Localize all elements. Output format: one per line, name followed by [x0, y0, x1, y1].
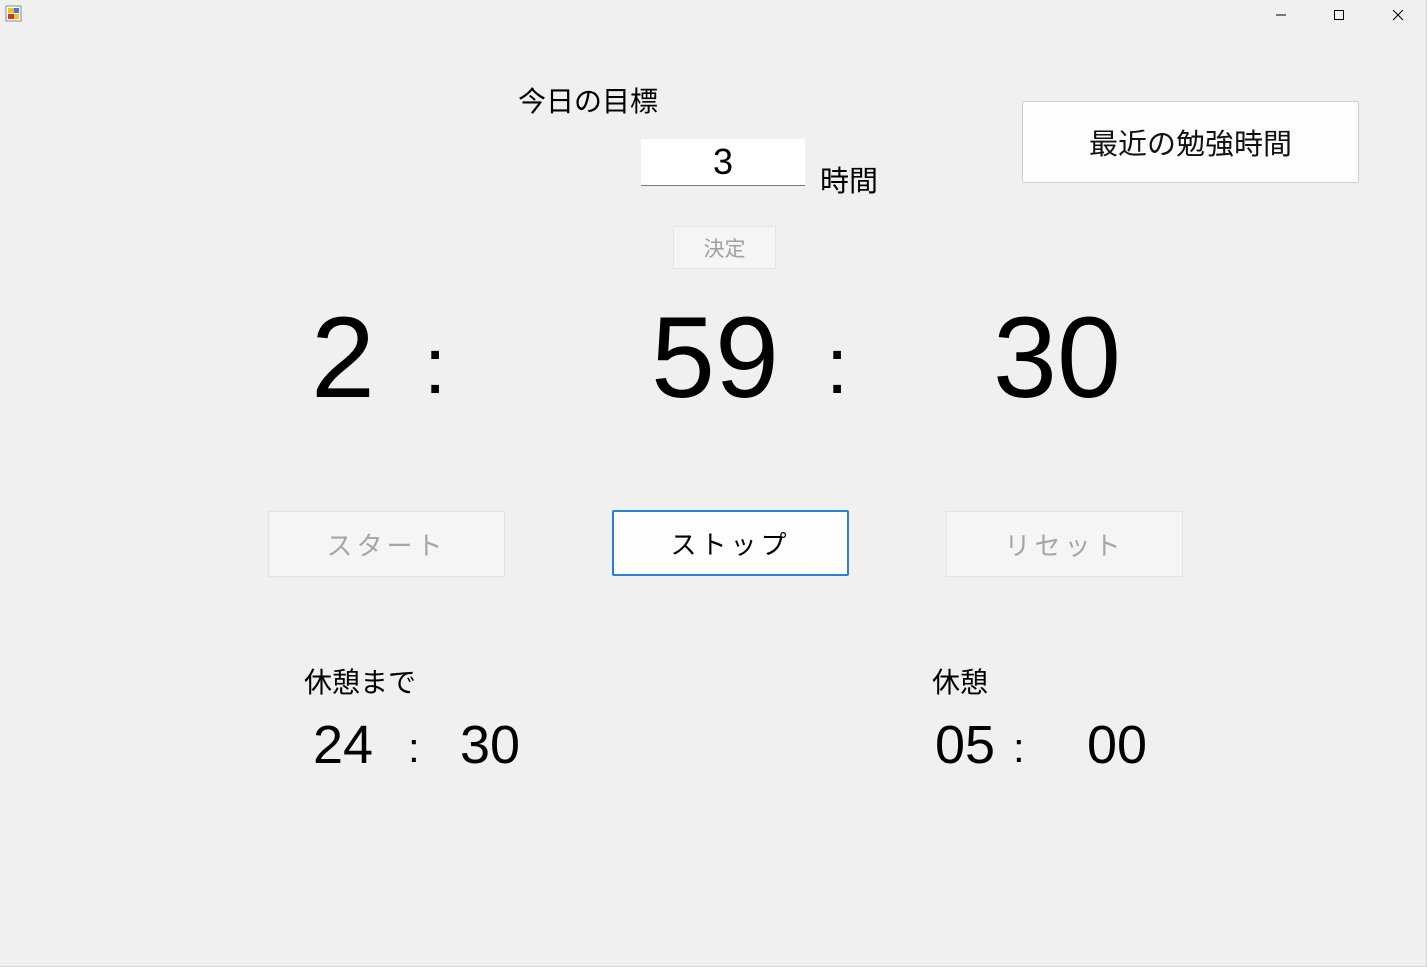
recent-study-time-button[interactable]: 最近の勉強時間	[1022, 101, 1359, 183]
close-button[interactable]	[1369, 0, 1427, 30]
start-button[interactable]: スタート	[268, 511, 505, 577]
break-separator: :	[1013, 724, 1025, 771]
app-window: 今日の目標 時間 決定 最近の勉強時間 2 : 59 : 30 スタート ストッ…	[0, 0, 1427, 967]
stop-button[interactable]: ストップ	[612, 510, 849, 576]
reset-button[interactable]: リセット	[946, 511, 1183, 577]
timer-separator-1: :	[424, 321, 447, 410]
minimize-button[interactable]	[1252, 0, 1310, 30]
decide-button[interactable]: 決定	[673, 226, 776, 269]
until-break-seconds: 30	[460, 715, 521, 775]
timer-hours: 2	[311, 294, 375, 422]
minimize-icon	[1275, 9, 1287, 21]
maximize-icon	[1333, 9, 1345, 21]
app-icon	[5, 5, 22, 22]
maximize-button[interactable]	[1310, 0, 1368, 30]
hours-unit-label: 時間	[820, 164, 879, 198]
timer-separator-2: :	[826, 321, 849, 410]
goal-label: 今日の目標	[518, 85, 659, 118]
until-break-label: 休憩まで	[304, 666, 417, 699]
break-label: 休憩	[932, 666, 989, 699]
goal-hours-input[interactable]	[641, 139, 805, 186]
break-seconds: 00	[1087, 715, 1148, 775]
close-icon	[1392, 9, 1404, 21]
timer-seconds: 30	[993, 294, 1121, 422]
until-break-separator: :	[408, 724, 420, 771]
until-break-minutes: 24	[313, 715, 374, 775]
timer-minutes: 59	[651, 294, 779, 422]
title-bar[interactable]	[0, 0, 1426, 32]
break-minutes: 05	[935, 715, 996, 775]
